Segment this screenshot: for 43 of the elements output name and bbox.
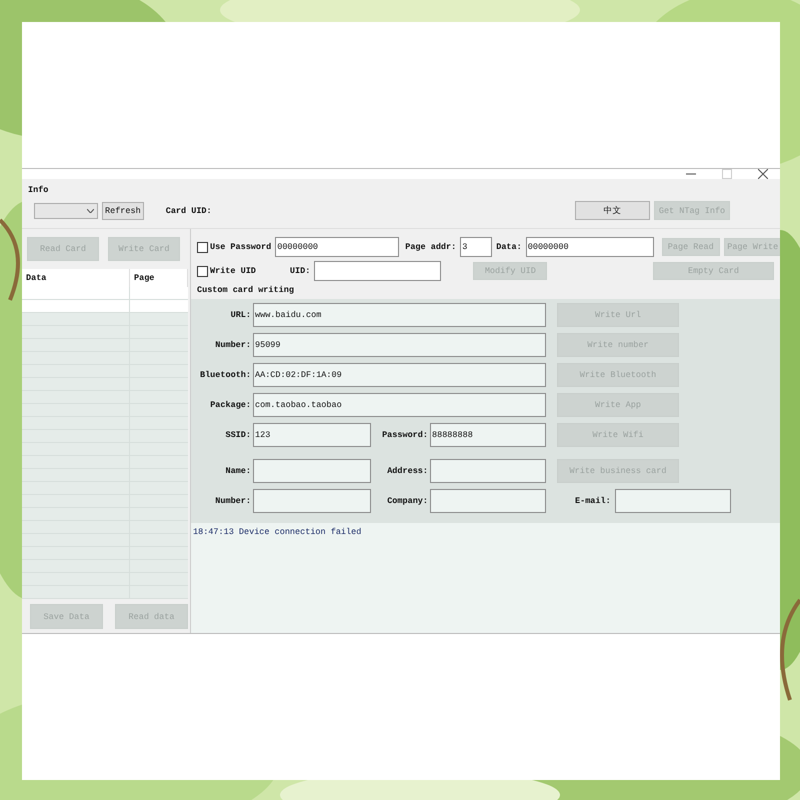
input-field[interactable] xyxy=(430,459,546,483)
input-field[interactable] xyxy=(614,489,731,513)
log-message: 18:47:13 Device connection failed xyxy=(193,527,362,537)
checkbox[interactable] xyxy=(197,266,208,276)
page-addr-field[interactable]: 3 xyxy=(460,237,492,257)
input-field[interactable]: 88888888 xyxy=(430,423,546,447)
language-button[interactable]: 中文 xyxy=(575,201,650,220)
field-label: Page addr: xyxy=(405,242,456,252)
field-label: SSID: xyxy=(224,430,251,440)
field-label: Name: xyxy=(224,466,251,476)
input-field[interactable]: AA:CD:02:DF:1A:09 xyxy=(253,363,546,387)
password-field[interactable]: 00000000 xyxy=(275,237,400,257)
checkbox-label: Use Password xyxy=(210,242,272,252)
input-field[interactable]: 95099 xyxy=(253,333,546,357)
input-field[interactable] xyxy=(430,489,546,513)
input-field[interactable] xyxy=(253,489,371,513)
field-label: Address: xyxy=(386,466,428,476)
section-title: Info xyxy=(28,185,48,195)
chevron-down-icon xyxy=(87,208,94,212)
checkbox-label: Write UID xyxy=(210,266,256,276)
field-label: Bluetooth: xyxy=(198,370,251,380)
close-icon[interactable] xyxy=(758,169,768,179)
field-label: Data: xyxy=(496,242,522,252)
field-label: URL: xyxy=(230,310,251,320)
checkbox[interactable] xyxy=(197,242,208,252)
field-label: E-mail: xyxy=(575,496,611,506)
input-field[interactable]: com.taobao.taobao xyxy=(253,393,546,417)
maximize-icon[interactable] xyxy=(722,169,732,179)
field-label: Package: xyxy=(209,400,251,410)
port-dropdown[interactable] xyxy=(34,202,98,218)
uid-field[interactable] xyxy=(314,261,442,281)
input-field[interactable]: 123 xyxy=(253,423,371,447)
refresh-button[interactable]: Refresh xyxy=(102,202,144,220)
card-uid-label: Card UID: xyxy=(166,206,212,216)
field-label: Company: xyxy=(386,496,428,506)
input-field[interactable] xyxy=(253,459,371,483)
field-label: Password: xyxy=(381,430,428,440)
input-field[interactable]: www.baidu.com xyxy=(253,303,546,327)
field-label: Number: xyxy=(214,496,251,506)
data-field[interactable]: 00000000 xyxy=(526,237,654,257)
field-label: Number: xyxy=(214,340,251,350)
field-label: UID: xyxy=(290,266,310,276)
section-title: Custom card writing xyxy=(197,285,294,295)
